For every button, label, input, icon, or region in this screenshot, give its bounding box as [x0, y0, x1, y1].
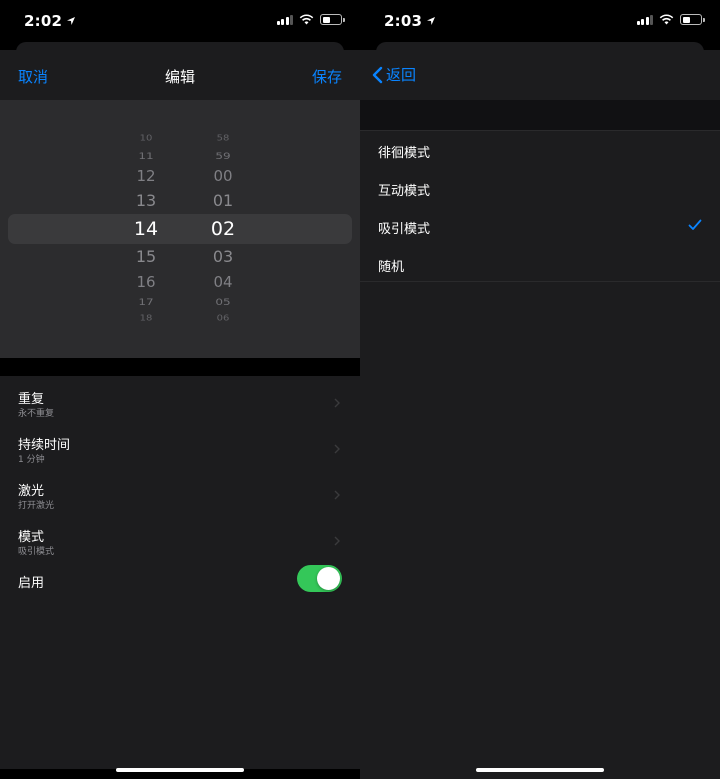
mode-label: 随机 [378, 260, 405, 275]
minute-option[interactable]: 00 [183, 168, 263, 184]
minute-option[interactable]: 05 [183, 298, 263, 307]
mode-option[interactable]: 徘徊模式 [360, 131, 720, 169]
settings-list: 重复 永不重复 持续时间 1 分钟 激光 打开激光 模式 吸引模式 启用 [0, 376, 360, 598]
mode-list: 徘徊模式 互动模式 吸引模式 随机 [360, 130, 720, 282]
hour-option[interactable]: 18 [106, 315, 186, 323]
navigation-bar: 取消 编辑 保存 [0, 50, 360, 100]
setting-title: 模式 [18, 530, 45, 545]
section-separator [0, 358, 360, 376]
toggle-knob [317, 567, 340, 590]
mode-label: 徘徊模式 [378, 146, 431, 161]
chevron-right-icon [334, 398, 340, 408]
back-button[interactable]: 返回 [370, 64, 416, 85]
setting-title: 重复 [18, 392, 45, 407]
setting-title: 持续时间 [18, 438, 71, 453]
mode-option[interactable]: 随机 [360, 245, 720, 283]
location-arrow-icon [427, 17, 436, 25]
home-indicator[interactable] [116, 768, 244, 772]
minute-option[interactable]: 04 [183, 274, 263, 290]
mode-label: 吸引模式 [378, 222, 431, 237]
hour-selected[interactable]: 14 [106, 219, 186, 239]
hour-option[interactable]: 15 [106, 249, 186, 265]
mode-select-screen: 2:03 返回 徘徊模式 互动模式 吸引模式 随机 [360, 0, 720, 779]
minute-option[interactable]: 03 [183, 249, 263, 265]
battery-icon [680, 14, 705, 25]
cellular-signal-icon [276, 14, 293, 25]
hour-option[interactable]: 16 [106, 274, 186, 290]
edit-screen: 2:02 取消 编辑 保存 10 11 12 13 14 15 16 17 18 58 59 00 0… [0, 0, 360, 779]
enable-toggle[interactable] [297, 565, 342, 592]
back-label: 返回 [386, 66, 417, 84]
mode-label: 互动模式 [378, 184, 431, 199]
time-picker[interactable]: 10 11 12 13 14 15 16 17 18 58 59 00 01 02 03 04 05 06 [0, 100, 360, 358]
minute-option[interactable]: 59 [183, 152, 263, 161]
cellular-signal-icon [636, 14, 653, 25]
hour-option[interactable]: 12 [106, 168, 186, 184]
setting-row-repeat[interactable]: 重复 永不重复 [0, 380, 360, 426]
status-bar: 2:03 [360, 0, 720, 42]
setting-row-duration[interactable]: 持续时间 1 分钟 [0, 426, 360, 472]
setting-subtitle: 打开激光 [18, 501, 55, 511]
hour-option[interactable]: 11 [106, 152, 186, 161]
hour-wheel[interactable]: 10 11 12 13 14 15 16 17 18 [106, 100, 186, 358]
hour-option[interactable]: 17 [106, 298, 186, 307]
empty-area [360, 282, 720, 779]
setting-subtitle: 1 分钟 [18, 455, 45, 465]
hour-option[interactable]: 13 [106, 193, 186, 209]
battery-icon [320, 14, 345, 25]
minute-wheel[interactable]: 58 59 00 01 02 03 04 05 06 [183, 100, 263, 358]
setting-subtitle: 吸引模式 [18, 547, 55, 557]
status-time: 2:02 [24, 12, 63, 30]
chevron-left-icon [372, 66, 383, 83]
page-title: 编辑 [164, 68, 195, 86]
mode-option-selected[interactable]: 吸引模式 [360, 207, 720, 245]
mode-option[interactable]: 互动模式 [360, 169, 720, 207]
setting-row-mode[interactable]: 模式 吸引模式 [0, 518, 360, 564]
setting-subtitle: 永不重复 [18, 409, 55, 419]
navigation-bar: 返回 [360, 50, 720, 100]
status-time: 2:03 [384, 12, 423, 30]
minute-selected[interactable]: 02 [183, 219, 263, 239]
home-indicator[interactable] [476, 768, 604, 772]
section-header-space [360, 100, 720, 130]
minute-option[interactable]: 58 [183, 135, 263, 143]
setting-row-laser[interactable]: 激光 打开激光 [0, 472, 360, 518]
save-button[interactable]: 保存 [312, 66, 342, 87]
checkmark-icon [688, 219, 702, 230]
location-arrow-icon [67, 17, 76, 25]
minute-option[interactable]: 01 [183, 193, 263, 209]
setting-title: 激光 [18, 484, 45, 499]
minute-option[interactable]: 06 [183, 315, 263, 323]
wifi-icon [299, 14, 314, 25]
empty-area [0, 598, 360, 769]
setting-row-enable: 启用 [0, 562, 360, 598]
setting-title: 启用 [18, 576, 45, 591]
chevron-right-icon [334, 490, 340, 500]
chevron-right-icon [334, 444, 340, 454]
cancel-button[interactable]: 取消 [18, 66, 48, 87]
chevron-right-icon [334, 536, 340, 546]
status-bar: 2:02 [0, 0, 360, 42]
wifi-icon [659, 14, 674, 25]
hour-option[interactable]: 10 [106, 135, 186, 143]
